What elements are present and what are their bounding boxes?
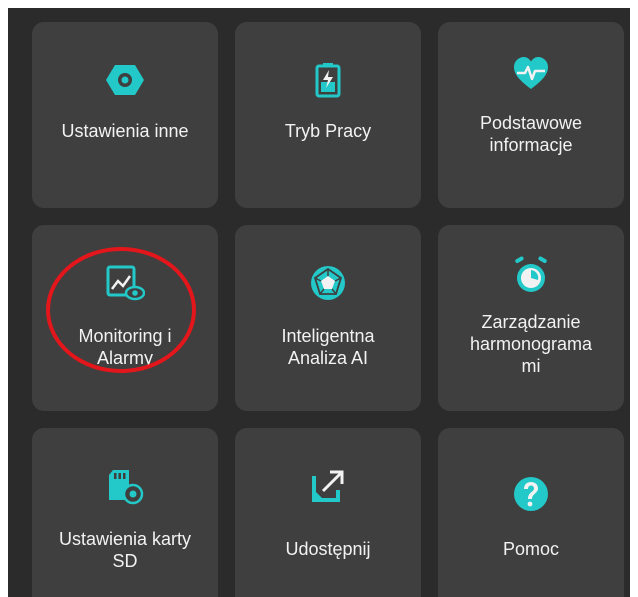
tile-label: Inteligentna Analiza AI (281, 326, 375, 368)
tile-label: Pomoc (502, 539, 560, 559)
tile-label: Zarządzanie harmonograma mi (469, 312, 593, 376)
tile-label: Monitoring i Alarmy (78, 326, 172, 368)
ai-polygon-icon (308, 263, 348, 303)
battery-mode-icon (308, 60, 348, 100)
alarm-clock-icon (511, 255, 551, 295)
share-arrow-icon (308, 466, 348, 506)
tile-ustawienia-inne[interactable]: Ustawienia inne (32, 22, 218, 208)
tile-label: Tryb Pracy (284, 121, 372, 141)
help-icon (511, 474, 551, 514)
tile-zarzadzanie-harmonogramami[interactable]: Zarządzanie harmonograma mi (438, 225, 624, 411)
gear-hexagon-icon (105, 60, 145, 100)
tile-pomoc[interactable]: Pomoc (438, 428, 624, 597)
tile-label: Podstawowe informacje (479, 113, 583, 155)
tile-label: Ustawienia karty SD (58, 529, 192, 571)
tile-podstawowe-informacje[interactable]: Podstawowe informacje (438, 22, 624, 208)
tile-tryb-pracy[interactable]: Tryb Pracy (235, 22, 421, 208)
tile-ustawienia-karty-sd[interactable]: Ustawienia karty SD (32, 428, 218, 597)
monitor-eye-icon (105, 263, 145, 303)
tile-monitoring-alarmy[interactable]: Monitoring i Alarmy (32, 225, 218, 411)
settings-screen: Ustawienia inne Tryb Pracy Podstawowe in… (8, 8, 630, 597)
tile-label: Udostępnij (285, 539, 371, 559)
tile-label: Ustawienia inne (61, 121, 189, 141)
tile-udostepnij[interactable]: Udostępnij (235, 428, 421, 597)
sd-card-gear-icon (105, 466, 145, 506)
tile-inteligentna-analiza[interactable]: Inteligentna Analiza AI (235, 225, 421, 411)
heart-pulse-icon (511, 54, 551, 94)
